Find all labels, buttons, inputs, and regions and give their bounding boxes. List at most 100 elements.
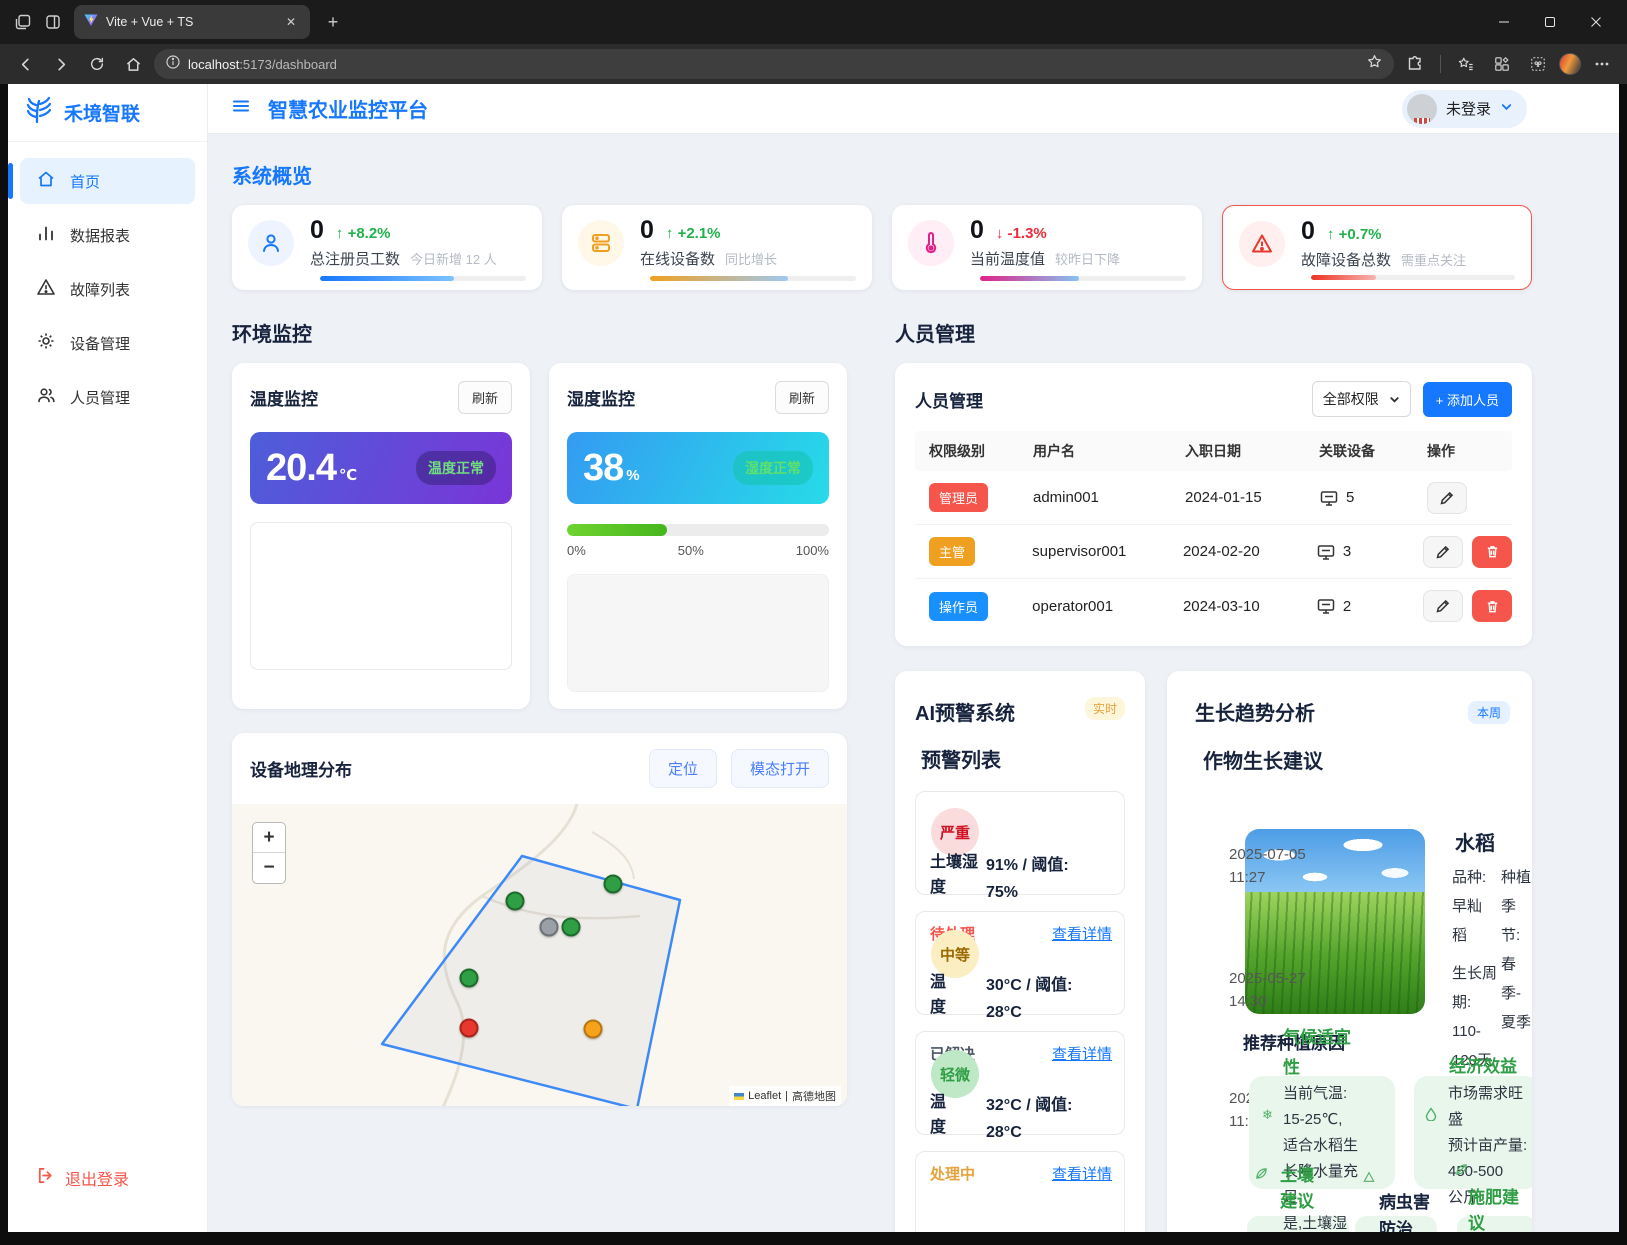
device-map-card: 设备地理分布 定位 模态打开 <box>232 733 847 1106</box>
view-details-link[interactable]: 查看详情 <box>1052 923 1112 944</box>
edit-button[interactable] <box>1427 482 1467 514</box>
favorite-star-icon[interactable] <box>1367 54 1382 74</box>
temperature-chart-placeholder <box>250 522 512 670</box>
stat-sublabel: 今日新增 12 人 <box>410 249 497 268</box>
delete-button[interactable] <box>1472 536 1512 568</box>
add-staff-button[interactable]: + 添加人员 <box>1423 382 1512 417</box>
alert-metric: 温 度 <box>930 970 982 1020</box>
dashboard-app: 禾境智联 首页 数据报表 故障列表 设备管理 人员管理 <box>8 84 1619 1232</box>
map-source-link[interactable]: 高德地图 <box>792 1088 836 1104</box>
logout-button[interactable]: 退出登录 <box>36 1166 129 1190</box>
settings-menu-icon[interactable] <box>1587 49 1617 79</box>
edit-button[interactable] <box>1423 590 1463 622</box>
profile-avatar[interactable] <box>1559 53 1581 75</box>
alert-item: 已解决 查看详情 轻微 温 度 32°C / 阈值: 28°C <box>915 1031 1125 1135</box>
sidebar-item-staff[interactable]: 人员管理 <box>20 374 195 420</box>
new-tab-button[interactable]: + <box>320 12 346 33</box>
window-controls <box>1481 5 1619 39</box>
delete-button[interactable] <box>1472 590 1512 622</box>
view-details-link[interactable]: 查看详情 <box>1052 1163 1112 1184</box>
hire-date-cell: 2024-02-20 <box>1183 543 1316 560</box>
staff-heading: 人员管理 <box>895 318 1532 347</box>
site-info-icon[interactable] <box>166 55 180 74</box>
pencil-icon <box>1439 490 1455 506</box>
username-cell: supervisor001 <box>1032 543 1183 560</box>
map-marker[interactable] <box>562 918 581 937</box>
alert-list: 严重 土壤湿 度 91% / 阈值: 75% 待处理 查看详情 中等 温 度 3 <box>915 791 1125 1232</box>
extensions-icon[interactable] <box>1400 49 1430 79</box>
alert-value: 30°C / 阈值: 28°C <box>986 972 1121 1026</box>
humidity-refresh-button[interactable]: 刷新 <box>775 381 829 414</box>
left-column: 环境监控 温度监控 刷新 20.4℃ 温度正常 <box>232 318 847 1106</box>
logout-icon <box>36 1166 55 1190</box>
permission-filter-select[interactable]: 全部权限 <box>1312 381 1411 417</box>
forward-icon[interactable] <box>46 49 76 79</box>
view-details-link[interactable]: 查看详情 <box>1052 1043 1112 1064</box>
staff-table-row: 管理员 admin001 2024-01-15 5 <box>915 471 1512 525</box>
map-marker[interactable] <box>584 1020 603 1039</box>
timestamp: 2025-05-27 14:30 <box>1229 967 1324 1013</box>
monitor-icon <box>1316 596 1336 616</box>
maximize-button[interactable] <box>1527 5 1573 39</box>
collections-icon[interactable] <box>1487 49 1517 79</box>
map-card-title: 设备地理分布 <box>250 756 352 781</box>
sidebar-item-home[interactable]: 首页 <box>20 158 195 204</box>
climate-heading: 气候适宜 性 <box>1283 1023 1357 1083</box>
alert-item: 待处理 查看详情 中等 温 度 30°C / 阈值: 28°C <box>915 911 1125 1015</box>
server-icon <box>578 220 624 266</box>
stat-value: 0 <box>640 216 654 245</box>
temperature-banner: 20.4℃ 温度正常 <box>250 432 512 504</box>
humidity-value: 38% <box>583 447 639 490</box>
stat-progress <box>1311 275 1515 280</box>
alert-metric: 土壤湿 度 <box>930 850 982 900</box>
browser-chrome: Vite + Vue + TS ✕ + localhost:5173/dashb… <box>0 0 1627 84</box>
leaflet-link[interactable]: Leaflet <box>748 1090 781 1102</box>
stat-progress <box>650 276 856 281</box>
brand-logo-icon <box>24 95 54 130</box>
vite-logo-icon <box>84 13 98 32</box>
favorites-bar-icon[interactable] <box>1451 49 1481 79</box>
minimize-button[interactable] <box>1481 5 1527 39</box>
user-menu[interactable]: 未登录 <box>1402 90 1527 128</box>
sidebar-item-devices[interactable]: 设备管理 <box>20 320 195 366</box>
sidebar-item-label: 数据报表 <box>70 225 130 246</box>
user-name: 未登录 <box>1446 98 1491 119</box>
bar-chart-icon <box>36 223 56 247</box>
map-marker[interactable] <box>460 1019 479 1038</box>
tab-close-icon[interactable]: ✕ <box>282 15 300 29</box>
edit-button[interactable] <box>1423 536 1463 568</box>
web-capture-icon[interactable] <box>1523 49 1553 79</box>
zoom-out-button[interactable]: − <box>253 853 285 883</box>
leaflet-map[interactable]: + − Leaflet | 高德地图 <box>232 804 847 1106</box>
stat-delta: ↑ +0.7% <box>1327 226 1382 243</box>
toolbar-divider <box>1440 55 1441 73</box>
home-icon[interactable] <box>118 49 148 79</box>
back-icon[interactable] <box>10 49 40 79</box>
map-marker[interactable] <box>506 892 525 911</box>
pest-control-heading: 病虫害 防治 <box>1379 1189 1439 1232</box>
gear-icon <box>36 331 56 355</box>
sidebar-item-faults[interactable]: 故障列表 <box>20 266 195 312</box>
devices-cell: 3 <box>1316 542 1423 562</box>
map-marker[interactable] <box>460 969 479 988</box>
url-bar[interactable]: localhost:5173/dashboard <box>154 49 1394 79</box>
close-button[interactable] <box>1573 5 1619 39</box>
stat-delta: ↑ +8.2% <box>336 225 391 242</box>
hamburger-icon[interactable] <box>230 95 252 122</box>
open-modal-button[interactable]: 模态打开 <box>731 749 829 788</box>
user-avatar <box>1407 94 1437 124</box>
sidebar-item-reports[interactable]: 数据报表 <box>20 212 195 258</box>
browser-tab[interactable]: Vite + Vue + TS ✕ <box>74 5 310 39</box>
tab-actions-icon[interactable] <box>38 7 68 37</box>
map-marker[interactable] <box>604 875 623 894</box>
trash-icon <box>1485 544 1500 559</box>
ai-card-title: AI预警系统 <box>915 697 1015 726</box>
locate-button[interactable]: 定位 <box>649 749 717 788</box>
refresh-icon[interactable] <box>82 49 112 79</box>
monitor-icon <box>1319 488 1339 508</box>
workspaces-icon[interactable] <box>8 7 38 37</box>
temperature-refresh-button[interactable]: 刷新 <box>458 381 512 414</box>
zoom-in-button[interactable]: + <box>253 823 285 853</box>
map-marker[interactable] <box>540 918 559 937</box>
humidity-scale: 0%50%100% <box>567 543 829 558</box>
